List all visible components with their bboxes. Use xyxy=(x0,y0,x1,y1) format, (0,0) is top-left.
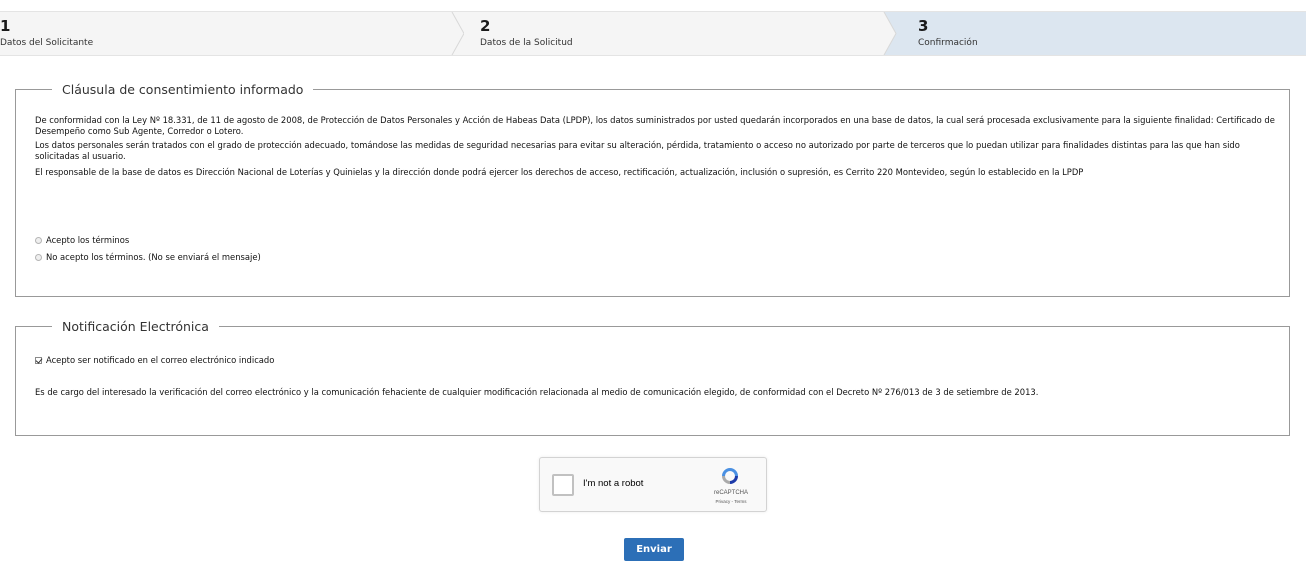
recaptcha-links[interactable]: Privacy - Terms xyxy=(700,499,762,504)
wizard-steps: 1 Datos del Solicitante 2 Datos de la So… xyxy=(0,11,1306,56)
wizard-step-3-active[interactable]: 3 Confirmación xyxy=(880,12,1306,55)
recaptcha-brand: reCAPTCHA xyxy=(713,490,748,496)
step-number: 3 xyxy=(918,17,929,35)
step-label: Datos de la Solicitud xyxy=(480,38,573,48)
consent-paragraph-2: Los datos personales serán tratados con … xyxy=(35,140,1240,161)
recaptcha-label: I'm not a robot xyxy=(583,478,644,489)
consent-paragraph-3: El responsable de la base de datos es Di… xyxy=(35,167,1084,177)
recaptcha-logo-icon xyxy=(720,466,740,486)
recaptcha-widget: I'm not a robot reCAPTCHA Privacy - Term… xyxy=(539,457,767,512)
step-label: Datos del Solicitante xyxy=(0,38,94,48)
accept-terms-label: Acepto los términos xyxy=(46,235,130,245)
consent-paragraph-1: De conformidad con la Ley Nº 18.331, de … xyxy=(35,115,1275,136)
accept-terms-option[interactable]: Acepto los términos xyxy=(35,234,129,246)
submit-button[interactable]: Enviar xyxy=(624,538,684,561)
step-number: 1 xyxy=(0,17,11,35)
recaptcha-checkbox[interactable] xyxy=(552,474,574,496)
notification-fieldset: Notificación Electrónica Acepto ser noti… xyxy=(15,318,1290,436)
reject-terms-option[interactable]: No acepto los términos. (No se enviará e… xyxy=(35,251,261,263)
email-notification-option[interactable]: Acepto ser notificado en el correo elect… xyxy=(35,354,274,366)
step-separator-icon xyxy=(876,12,902,55)
step-number: 2 xyxy=(480,17,491,35)
reject-terms-radio[interactable] xyxy=(35,253,42,261)
reject-terms-label: No acepto los términos. (No se enviará e… xyxy=(46,252,261,262)
notification-legend: Notificación Electrónica xyxy=(52,318,219,335)
notification-note: Es de cargo del interesado la verificaci… xyxy=(35,387,1039,397)
email-notification-checkbox[interactable] xyxy=(35,356,42,364)
consent-fieldset: Cláusula de consentimiento informado De … xyxy=(15,81,1290,297)
consent-legend: Cláusula de consentimiento informado xyxy=(52,81,314,98)
accept-terms-radio[interactable] xyxy=(35,236,42,244)
step-label: Confirmación xyxy=(918,38,978,48)
wizard-step-2[interactable]: 2 Datos de la Solicitud xyxy=(450,12,875,55)
email-notification-label: Acepto ser notificado en el correo elect… xyxy=(46,355,275,365)
wizard-step-1[interactable]: 1 Datos del Solicitante xyxy=(0,12,440,55)
